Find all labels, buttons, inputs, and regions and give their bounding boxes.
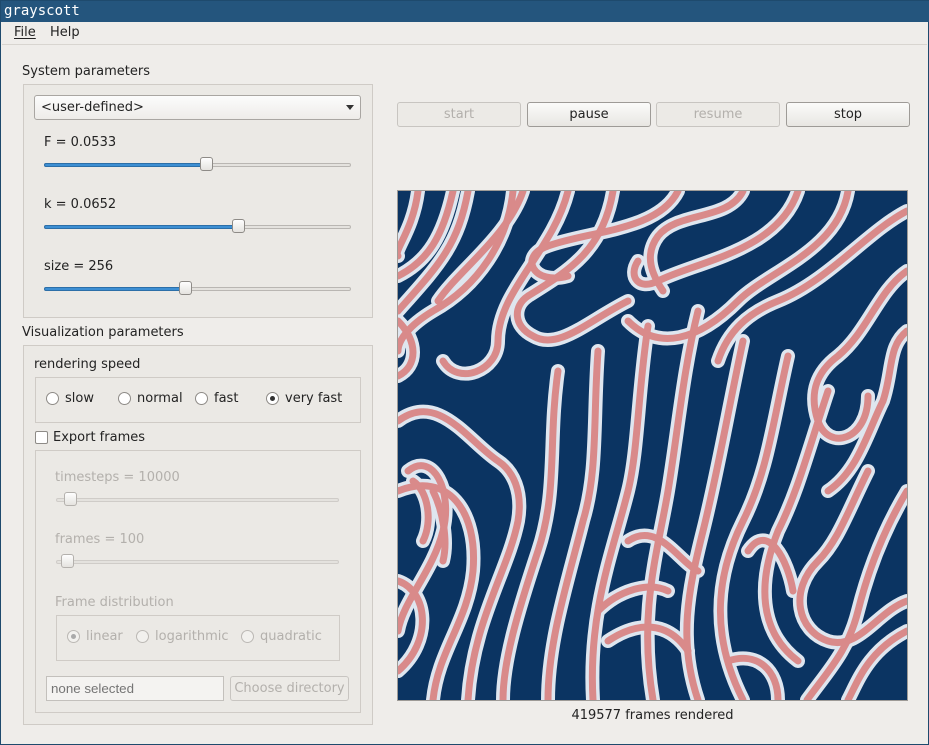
k-label: k = 0.0652 (44, 197, 117, 212)
preset-select[interactable]: <user-defined> (34, 95, 361, 120)
stop-button[interactable]: stop (786, 102, 910, 127)
radio-button[interactable] (195, 392, 208, 405)
menu-help-label: Help (50, 25, 80, 40)
reaction-diffusion-pattern (398, 191, 907, 700)
frames-slider-handle[interactable] (61, 554, 74, 568)
size-label: size = 256 (44, 259, 114, 274)
menu-file-label: File (14, 25, 36, 40)
system-parameters-title: System parameters (22, 64, 151, 79)
speed-radio-label: slow (65, 391, 94, 406)
speed-radio-label: fast (214, 391, 239, 406)
pattern-stripe (683, 337, 747, 700)
menu-bar: File Help (2, 22, 927, 45)
frames-rendered-status: 419577 frames rendered (571, 708, 734, 723)
speed-radio-label: normal (137, 391, 183, 406)
radio-button[interactable] (241, 630, 254, 643)
distribution-radio-label: logarithmic (155, 629, 229, 644)
timesteps-slider-handle[interactable] (64, 492, 77, 506)
size-slider-fill (44, 287, 185, 291)
directory-field[interactable] (46, 676, 224, 701)
choose-directory-button[interactable]: Choose directory (230, 676, 349, 701)
start-button[interactable]: start (397, 102, 521, 127)
k-slider[interactable] (44, 219, 351, 235)
frames-slider-track (56, 560, 339, 564)
radio-button[interactable] (118, 392, 131, 405)
size-slider-handle[interactable] (179, 281, 192, 295)
radio-button[interactable] (136, 630, 149, 643)
preset-select-value: <user-defined> (41, 100, 144, 115)
rendering-speed-title: rendering speed (34, 357, 141, 372)
menu-help[interactable]: Help (50, 25, 80, 40)
frames-slider[interactable] (56, 554, 339, 570)
frame-distribution-title: Frame distribution (55, 595, 174, 610)
timesteps-label: timesteps = 10000 (55, 470, 180, 485)
radio-button[interactable] (67, 630, 80, 643)
timesteps-slider-track (56, 498, 339, 502)
timesteps-slider[interactable] (56, 492, 339, 508)
pause-button[interactable]: pause (527, 102, 651, 127)
visualization-parameters-title: Visualization parameters (22, 325, 184, 340)
radio-button[interactable] (266, 392, 279, 405)
export-frames-checkbox[interactable] (35, 431, 48, 444)
radio-button[interactable] (46, 392, 59, 405)
application-window: grayscott File Help System parameters <u… (0, 0, 929, 745)
f-slider-handle[interactable] (200, 157, 213, 171)
export-frames-label[interactable]: Export frames (53, 430, 145, 445)
speed-radio-label: very fast (285, 391, 343, 406)
f-slider[interactable] (44, 157, 351, 173)
f-label: F = 0.0533 (44, 135, 117, 150)
export-settings-group (35, 450, 361, 713)
simulation-canvas (397, 190, 908, 701)
window-title: grayscott (1, 1, 929, 22)
frames-label: frames = 100 (55, 532, 145, 547)
f-slider-fill (44, 163, 206, 167)
k-slider-handle[interactable] (232, 219, 245, 233)
k-slider-fill (44, 225, 238, 229)
distribution-radio-label: linear (86, 629, 123, 644)
chevron-down-icon (346, 105, 354, 110)
size-slider[interactable] (44, 281, 351, 297)
menu-file[interactable]: File (14, 25, 36, 40)
resume-button[interactable]: resume (656, 102, 780, 127)
distribution-radio-label: quadratic (260, 629, 322, 644)
